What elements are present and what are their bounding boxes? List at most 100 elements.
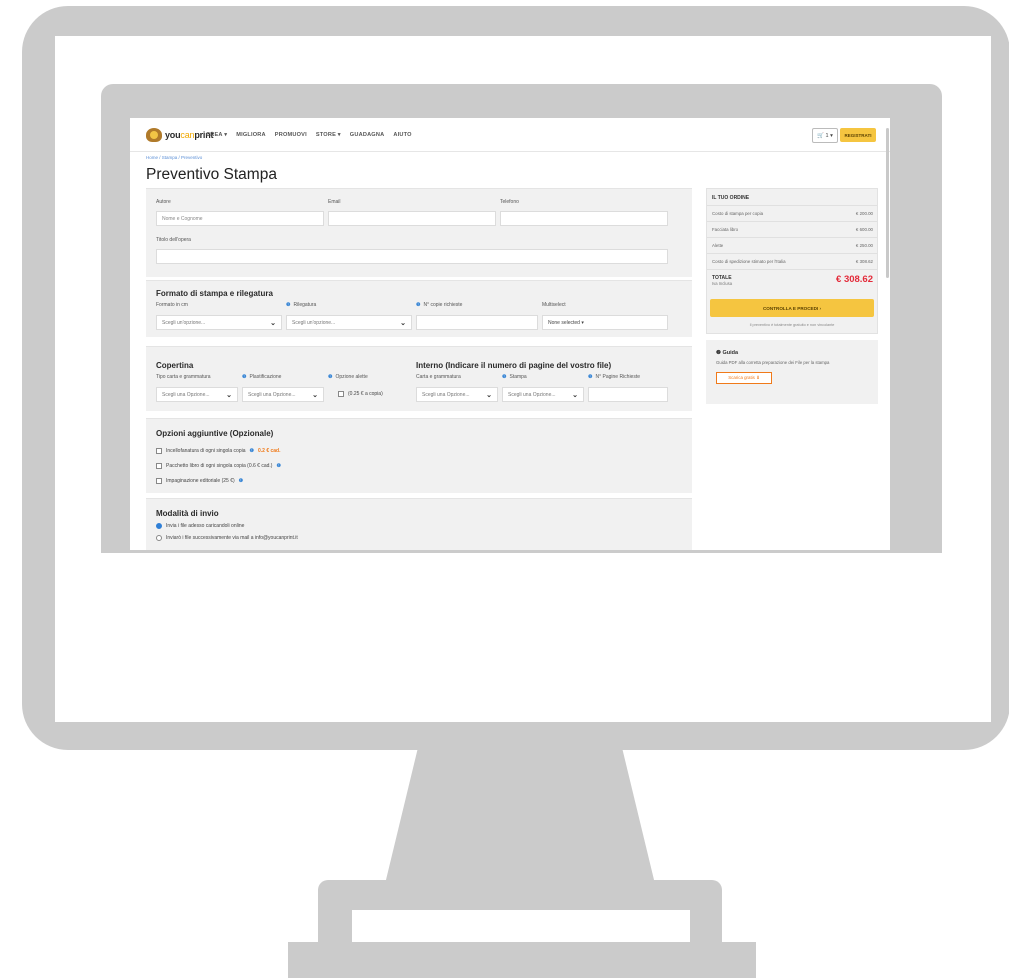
info-icon[interactable]: ❶ [239,478,243,484]
titolo-label: Titolo dell'opera [156,237,191,243]
formato-select[interactable]: Scegli un'opzione... ⌄ [156,315,282,330]
order-row: Facciata libro € 600.00 [707,221,877,238]
opzione-impaginazione[interactable]: Impaginazione editoriale (25 €) ❶ [156,478,243,484]
opzione-incellofanatura[interactable]: Incellofanatura di ogni singola copia ❶ 0.… [156,448,281,454]
info-icon[interactable]: ❶ [416,302,420,308]
checkbox-icon [156,463,162,469]
order-row: Costo di stampa per copia € 200.00 [707,205,877,222]
guide-text: Guida PDF alla corretta preparazione dei… [716,360,830,365]
invio-option-label: Invia i file adesso caricandoli online [166,523,245,529]
opzione-label: Impaginazione editoriale (25 €) [166,478,235,484]
menu-item-guadagna[interactable]: GUADAGNA [350,132,385,138]
monitor-stand [385,750,655,884]
interno-carta-select[interactable]: Scegli una Opzione... ⌄ [416,387,498,402]
formato-label: Formato in cm [156,302,188,308]
stampa-value: Scegli una Opzione... [508,391,556,398]
formato-select-value: Scegli un'opzione... [162,319,206,326]
plastificazione-label: ❶ Plastificazione [242,374,282,380]
page-title: Preventivo Stampa [146,166,277,183]
titolo-input[interactable] [156,249,668,264]
alette-checkbox-label: (0.25 € a copia) [348,391,383,397]
screen: youcanprint CREA ▾ MIGLIORA PROMUOVI STO… [130,118,890,550]
rilegatura-select[interactable]: Scegli un'opzione... ⌄ [286,315,412,330]
menu-item-aiuto[interactable]: AIUTO [393,132,411,138]
monitor-foot [288,942,756,978]
alette-label: ❶ Opzione alette [328,374,368,380]
menu-item-crea[interactable]: CREA ▾ [206,132,227,138]
copertina-carta-select[interactable]: Scegli una Opzione... ⌄ [156,387,238,402]
copie-label: ❶ N° copie richieste [416,302,463,308]
rilegatura-select-value: Scegli un'opzione... [292,319,336,326]
copie-input[interactable] [416,315,538,330]
invio-radio-online[interactable]: Invia i file adesso caricandoli online [156,523,244,529]
download-guide-button[interactable]: Scarica gratis ⬇ [716,372,772,384]
telefono-label: Telefono [500,199,519,205]
multiselect-select[interactable]: None selected ▾ [542,315,668,330]
invio-panel: Modalità di invio Invia i file adesso ca… [146,498,692,550]
interno-carta-value: Scegli una Opzione... [422,391,470,398]
monitor-base-inner [352,910,690,942]
menu-item-promuovi[interactable]: PROMUOVI [275,132,307,138]
chevron-down-icon: ⌄ [226,392,232,399]
multiselect-label: Multiselect [542,302,566,308]
info-icon[interactable]: ❶ [588,374,592,380]
formato-title: Formato di stampa e rilegatura [156,289,273,298]
autore-label: Autore [156,199,171,205]
info-icon[interactable]: ❶ [286,302,290,308]
opzioni-panel: Opzioni aggiuntive (Opzionale) Incellofa… [146,418,692,493]
scrollbar[interactable] [886,128,889,278]
logo-icon [146,128,162,142]
chevron-down-icon: ⌄ [400,320,406,327]
radio-icon [156,523,162,529]
invio-title: Modalità di invio [156,509,219,518]
opzione-pacchetto[interactable]: Pacchetto libro di ogni singola copia (0… [156,463,281,469]
monitor-chin [55,580,991,722]
stampa-label: ❶ Stampa [502,374,527,380]
guide-title: ❷ Guida [716,350,739,356]
rilegatura-label: ❶ Rilegatura [286,302,317,308]
checkbox-icon [156,478,162,484]
info-icon[interactable]: ❶ [276,463,280,469]
pagine-input[interactable] [588,387,668,402]
copertina-interno-panel: Copertina Tipo carta e grammatura Scegli… [146,346,692,411]
guide-box: ❷ Guida Guida PDF alla corretta preparaz… [706,340,878,404]
cart-button[interactable]: 🛒 1 ▾ [812,128,838,143]
opzione-label: Pacchetto libro di ogni singola copia (0… [166,463,273,469]
total-sublabel: Iva Inclusa [712,281,733,286]
info-icon[interactable]: ❶ [502,374,506,380]
info-icon[interactable]: ❶ [328,374,332,380]
chevron-down-icon: ⌄ [312,392,318,399]
chevron-down-icon: ⌄ [270,320,276,327]
stampa-select[interactable]: Scegli una Opzione... ⌄ [502,387,584,402]
opzione-price: 0.2 € cad. [257,448,281,454]
invio-radio-mail[interactable]: Inviarò i file successivamente via mail … [156,535,298,541]
copertina-title: Copertina [156,361,194,370]
alette-checkbox[interactable]: (0.25 € a copia) [338,391,383,397]
info-icon[interactable]: ❶ [242,374,246,380]
autore-placeholder: Nome e Cognome [162,215,203,222]
top-navbar: youcanprint CREA ▾ MIGLIORA PROMUOVI STO… [130,118,890,152]
order-row: Alette € 250.00 [707,237,877,254]
opzioni-title: Opzioni aggiuntive (Opzionale) [156,429,274,438]
checkbox-icon [338,391,344,397]
order-summary: IL TUO ORDINE Costo di stampa per copia €… [706,188,878,334]
order-title: IL TUO ORDINE [712,195,750,201]
email-label: Email [328,199,341,205]
menu-item-migliora[interactable]: MIGLIORA [236,132,266,138]
radio-icon [156,535,162,541]
copertina-carta-value: Scegli una Opzione... [162,391,210,398]
autore-input[interactable]: Nome e Cognome [156,211,324,226]
site-logo[interactable]: youcanprint [146,128,214,142]
pagine-label: ❶ N° Pagine Richieste [588,374,641,380]
telefono-input[interactable] [500,211,668,226]
total-value: € 308.62 [836,274,873,285]
order-note: Il preventivo è totalmente gratuito e no… [749,323,835,327]
plastificazione-select[interactable]: Scegli una Opzione... ⌄ [242,387,324,402]
controlla-procedi-button[interactable]: CONTROLLA E PROCEDI › [710,299,874,317]
chevron-down-icon: ⌄ [486,392,492,399]
info-icon[interactable]: ❶ [250,448,254,454]
email-input[interactable] [328,211,496,226]
register-button[interactable]: REGISTRATI [840,128,876,142]
breadcrumb[interactable]: Home / Stampa / Preventivo [146,155,202,160]
menu-item-store[interactable]: STORE ▾ [316,132,341,138]
